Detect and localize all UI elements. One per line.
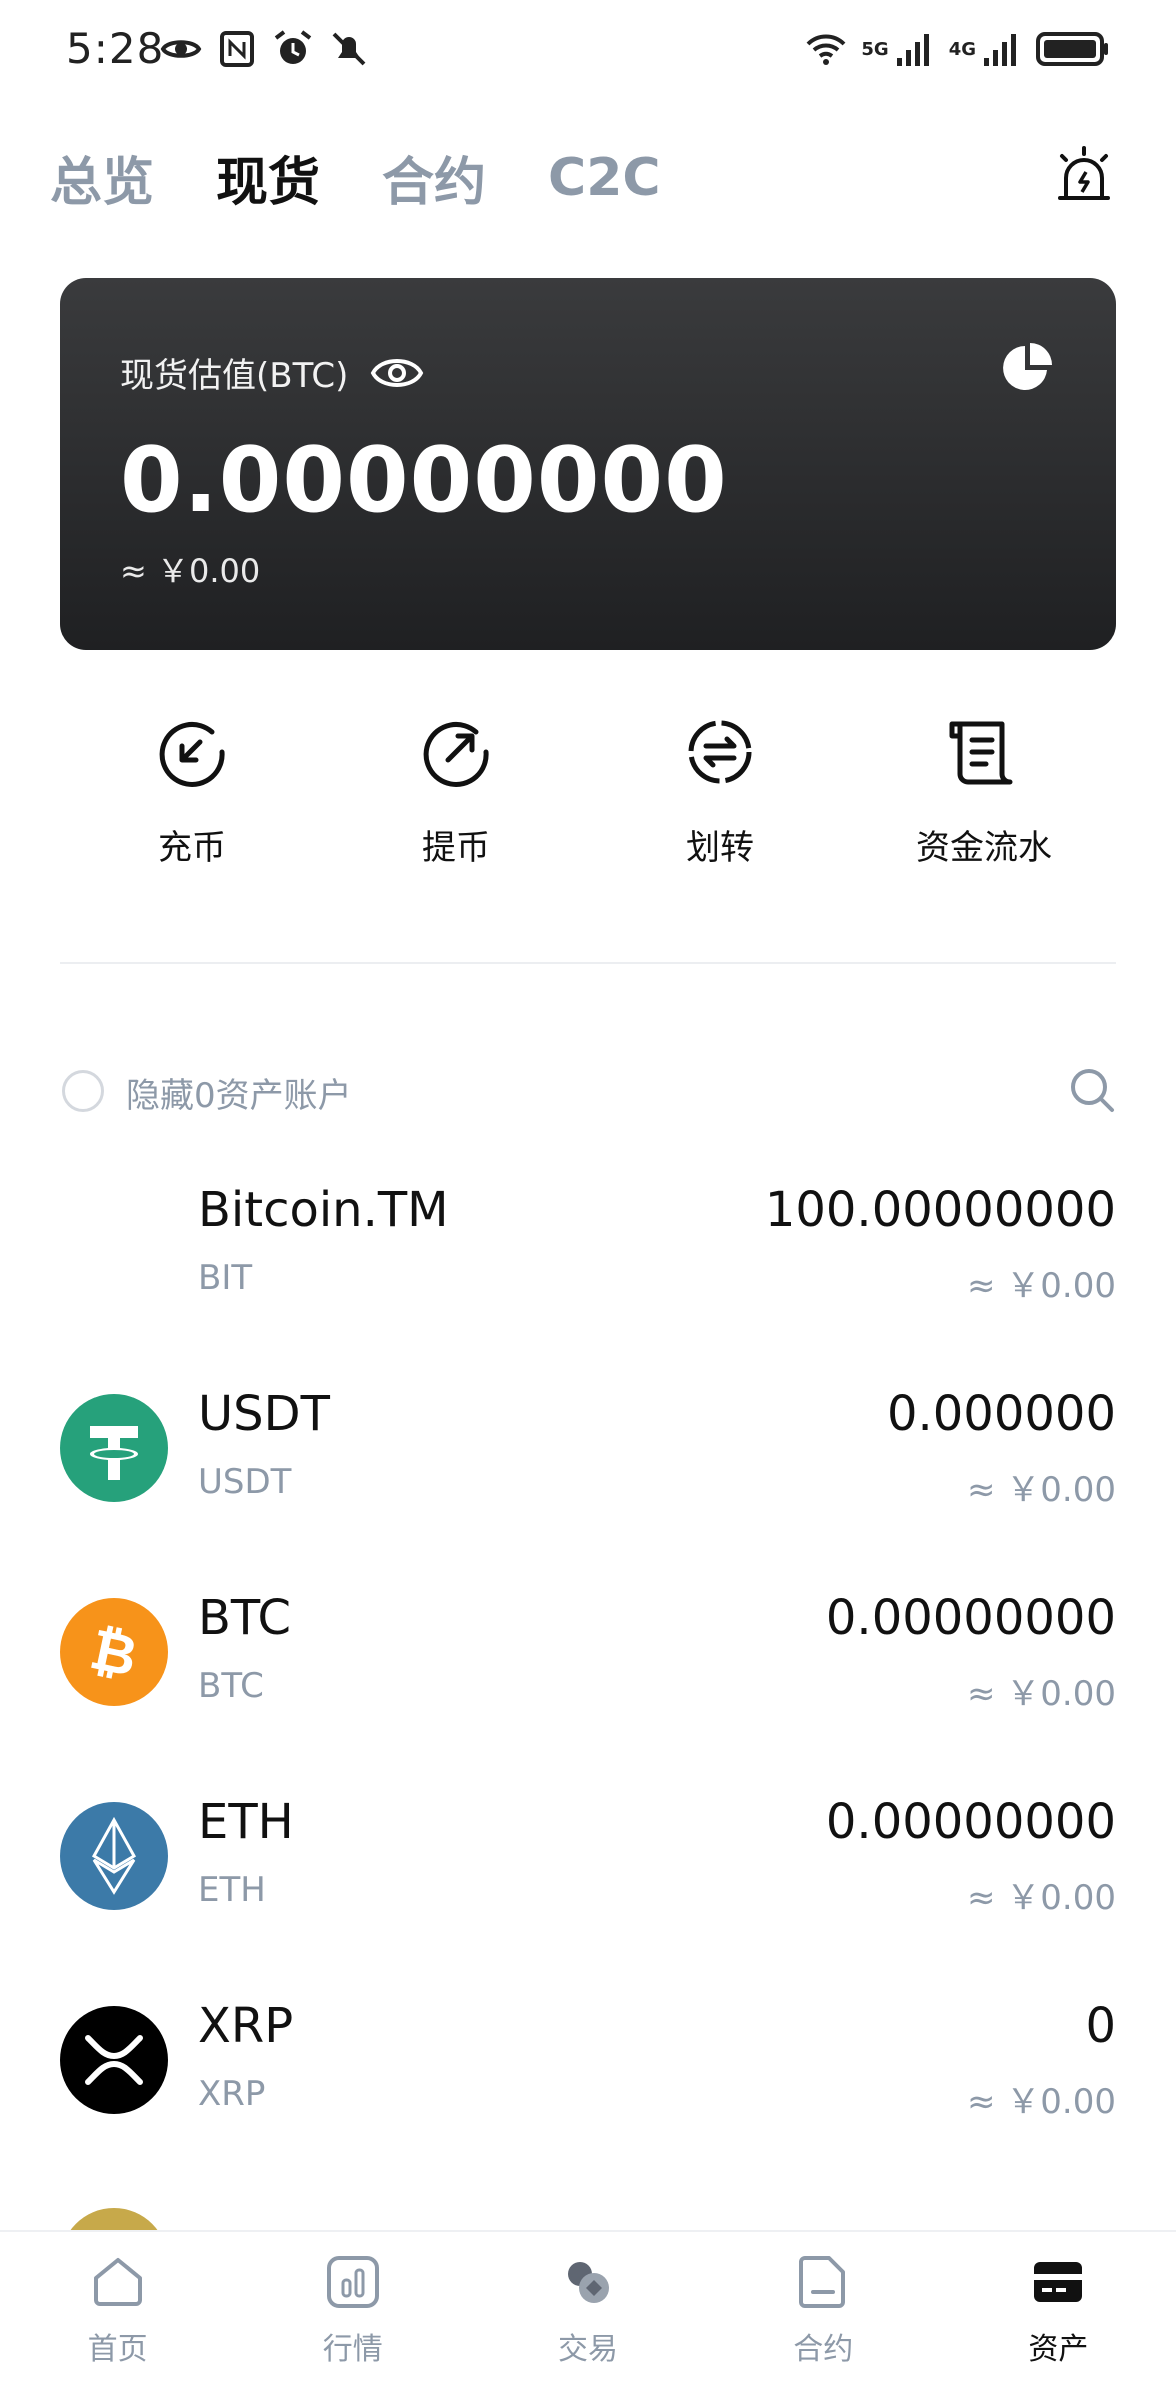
pie-chart-icon[interactable]	[1000, 340, 1056, 396]
asset-list: Bitcoin.TM BIT 100.00000000 ≈ ￥0.00 USDT…	[60, 1160, 1116, 2180]
home-icon	[93, 2258, 142, 2306]
nav-assets-label: 资产	[1028, 2332, 1089, 2367]
filter-row: 隐藏0资产账户	[60, 1062, 1116, 1122]
nav-trade-label: 交易	[558, 2332, 618, 2367]
status-left-icons	[160, 28, 370, 70]
btc-logo: ₿	[60, 1598, 168, 1706]
asset-amount: 0.000000	[886, 1386, 1116, 1442]
list-item[interactable]: ₿ BTC BTC 0.00000000 ≈ ￥0.00	[60, 1568, 1116, 1772]
5g-signal-icon	[896, 34, 929, 66]
balance-cny: ≈ ￥0.00	[120, 552, 261, 590]
nav-home[interactable]: 首页	[0, 2232, 235, 2400]
ledger-icon	[949, 721, 1013, 785]
5g-label: 5G	[861, 38, 889, 60]
asset-amount: 100.00000000	[764, 1182, 1116, 1238]
asset-cny: ≈ ￥0.00	[967, 1266, 1116, 1306]
nfc-icon	[220, 31, 254, 67]
alarm-icon	[274, 30, 312, 64]
withdraw-icon	[423, 721, 489, 787]
alert-siren-icon[interactable]	[1052, 144, 1116, 208]
eye-icon	[160, 40, 202, 58]
wifi-icon	[806, 34, 846, 65]
list-item[interactable]: USDT USDT 0.000000 ≈ ￥0.00	[60, 1364, 1116, 1568]
bitcoin-icon: ₿	[85, 1617, 143, 1688]
ethereum-icon	[91, 1816, 137, 1895]
list-item[interactable]: ETH ETH 0.00000000 ≈ ￥0.00	[60, 1772, 1116, 1976]
asset-cny: ≈ ￥0.00	[967, 1878, 1116, 1918]
wallet-icon	[1034, 2262, 1083, 2302]
bit-logo	[60, 1190, 168, 1298]
eye-icon[interactable]	[370, 353, 424, 393]
asset-symbol: BTC	[198, 1666, 264, 1706]
usdt-logo	[60, 1394, 168, 1502]
withdraw-label: 提币	[422, 828, 490, 868]
transfer-icon	[688, 720, 752, 784]
deposit-button[interactable]: 充币	[60, 700, 324, 900]
balance-label: 现货估值(BTC)	[120, 356, 349, 396]
ledger-button[interactable]: 资金流水	[852, 700, 1116, 900]
nav-contract[interactable]: 合约	[706, 2232, 941, 2400]
eth-logo	[60, 1802, 168, 1910]
top-tabs: 总览 现货 合约 C2C	[50, 140, 661, 215]
svg-text:₿: ₿	[85, 1617, 143, 1688]
tether-icon	[90, 1426, 138, 1480]
balance-card: 现货估值(BTC) 0.00000000 ≈ ￥0.00	[60, 278, 1116, 650]
contract-icon	[799, 2256, 846, 2308]
status-time: 5:28	[66, 24, 165, 73]
asset-cny: ≈ ￥0.00	[967, 2082, 1116, 2122]
asset-symbol: XRP	[198, 2074, 266, 2114]
tab-c2c[interactable]: C2C	[548, 148, 661, 208]
nav-trade[interactable]: 交易	[470, 2232, 705, 2400]
deposit-label: 充币	[158, 828, 226, 868]
divider	[60, 962, 1116, 964]
nav-assets[interactable]: 资产	[941, 2232, 1176, 2400]
transfer-button[interactable]: 划转	[588, 700, 852, 900]
balance-value: 0.00000000	[120, 428, 728, 533]
mute-icon	[332, 32, 366, 66]
4g-label: 4G	[948, 38, 976, 60]
xrp-icon	[85, 2035, 143, 2085]
status-right-icons: 5G 4G	[805, 28, 1110, 70]
asset-symbol: ETH	[198, 1870, 266, 1910]
list-item[interactable]: Bitcoin.TM BIT 100.00000000 ≈ ￥0.00	[60, 1160, 1116, 1364]
deposit-icon	[159, 721, 225, 787]
asset-name: XRP	[198, 1998, 294, 2054]
tab-spot[interactable]: 现货	[216, 140, 320, 215]
tab-contract[interactable]: 合约	[382, 140, 486, 215]
asset-cny: ≈ ￥0.00	[967, 1674, 1116, 1714]
asset-symbol: BIT	[198, 1258, 253, 1298]
status-bar: 5:28 5G 4G	[0, 0, 1176, 100]
battery-icon	[1036, 32, 1108, 66]
asset-amount: 0.00000000	[825, 1794, 1116, 1850]
nav-contract-label: 合约	[793, 2332, 854, 2367]
transfer-label: 划转	[686, 828, 754, 868]
4g-signal-icon	[984, 34, 1016, 66]
asset-name: Bitcoin.TM	[198, 1182, 449, 1238]
asset-name: BTC	[198, 1590, 291, 1646]
xrp-logo	[60, 2006, 168, 2114]
asset-amount: 0	[1085, 1998, 1116, 2054]
withdraw-button[interactable]: 提币	[324, 700, 588, 900]
asset-symbol: USDT	[198, 1462, 292, 1502]
asset-cny: ≈ ￥0.00	[967, 1470, 1116, 1510]
hide-zero-label[interactable]: 隐藏0资产账户	[126, 1068, 352, 1117]
market-icon	[326, 2256, 379, 2308]
trade-icon	[568, 2262, 609, 2303]
nav-home-label: 首页	[87, 2332, 148, 2367]
hide-zero-checkbox[interactable]	[62, 1070, 104, 1112]
ledger-label: 资金流水	[916, 828, 1052, 868]
asset-amount: 0.00000000	[825, 1590, 1116, 1646]
asset-name: USDT	[198, 1386, 330, 1442]
bottom-nav: 首页 行情 交易 合约 资产	[0, 2230, 1176, 2400]
tab-overview[interactable]: 总览	[50, 140, 154, 215]
nav-market-label: 行情	[322, 2332, 383, 2367]
nav-market[interactable]: 行情	[235, 2232, 470, 2400]
list-item[interactable]: XRP XRP 0 ≈ ￥0.00	[60, 1976, 1116, 2180]
asset-name: ETH	[198, 1794, 294, 1850]
search-icon[interactable]	[1068, 1066, 1116, 1114]
quick-actions: 充币 提币 划转 资金流水	[60, 700, 1116, 900]
balance-label-row: 现货估值(BTC)	[120, 348, 424, 397]
